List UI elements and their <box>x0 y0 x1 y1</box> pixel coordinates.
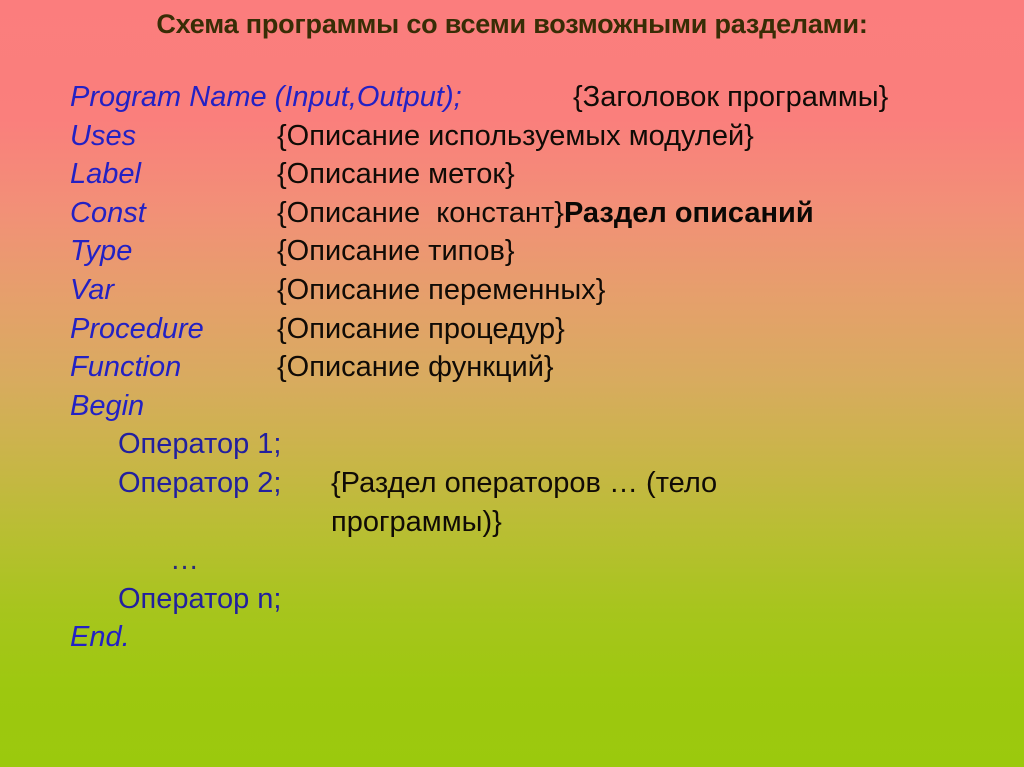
comment-procedure: {Описание процедур} <box>277 312 565 345</box>
code-line-label: Label {Описание меток} <box>0 155 1024 194</box>
keyword-const: Const <box>70 196 146 229</box>
ellipsis-marker: … <box>170 544 199 577</box>
comment-const-group: {Описание констант}Раздел описаний <box>277 194 814 233</box>
code-line-const: Const {Описание констант}Раздел описаний <box>0 194 1024 233</box>
comment-function: {Описание функций} <box>277 351 554 384</box>
code-line-operator-1: Оператор 1; <box>0 425 1024 464</box>
code-line-uses: Uses {Описание используемых модулей} <box>0 117 1024 156</box>
comment-label: {Описание меток} <box>277 158 515 191</box>
code-line-function: Function {Описание функций} <box>0 348 1024 387</box>
keyword-type: Type <box>70 235 133 268</box>
code-line-begin: Begin <box>0 387 1024 426</box>
code-line-comment-continuation: программы)} <box>0 503 1024 542</box>
code-line-operator-n: Оператор n; <box>0 580 1024 619</box>
code-line-procedure: Procedure {Описание процедур} <box>0 310 1024 349</box>
comment-uses: {Описание используемых модулей} <box>277 119 754 152</box>
keyword-program-name: Program Name (Input,Output); <box>70 81 462 113</box>
operator-1: Оператор 1; <box>118 428 282 461</box>
comment-operators-section-continuation: программы)} <box>331 505 502 538</box>
comment-type: {Описание типов} <box>277 235 515 268</box>
comment-program-header: {Заголовок программы} <box>573 81 889 113</box>
program-structure-listing: Program Name (Input,Output); {Заголовок … <box>0 78 1024 657</box>
keyword-begin: Begin <box>70 389 145 422</box>
comment-operators-section: {Раздел операторов … (тело <box>331 466 718 499</box>
keyword-uses: Uses <box>70 119 137 152</box>
comment-const: {Описание констант} <box>277 196 564 229</box>
code-line-end: End. <box>0 618 1024 657</box>
slide-canvas: Схема программы со всеми возможными разд… <box>0 0 1024 767</box>
keyword-end: End. <box>70 621 130 654</box>
keyword-label: Label <box>70 158 141 191</box>
code-line-program-name: Program Name (Input,Output); {Заголовок … <box>0 78 1024 117</box>
code-line-type: Type {Описание типов} <box>0 232 1024 271</box>
keyword-function: Function <box>70 351 182 384</box>
code-line-var: Var {Описание переменных} <box>0 271 1024 310</box>
comment-var: {Описание переменных} <box>277 273 606 306</box>
code-line-ellipsis: … <box>0 541 1024 580</box>
keyword-var: Var <box>70 273 115 306</box>
code-line-operator-2: Оператор 2; {Раздел операторов … (тело <box>0 464 1024 503</box>
operator-2: Оператор 2; <box>118 466 282 499</box>
keyword-procedure: Procedure <box>70 312 204 345</box>
page-title: Схема программы со всеми возможными разд… <box>156 9 868 39</box>
section-note-declarations: Раздел описаний <box>563 196 814 229</box>
operator-n: Оператор n; <box>118 582 282 615</box>
